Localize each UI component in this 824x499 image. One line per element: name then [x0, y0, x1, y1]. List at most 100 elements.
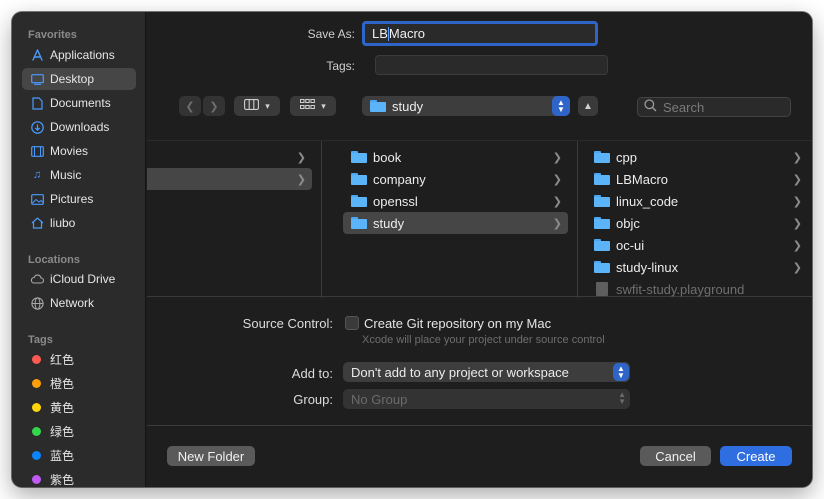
sidebar-item-liubo[interactable]: liubo	[22, 212, 136, 234]
tag-color-dot	[32, 402, 41, 412]
sidebar-tag-blue[interactable]: 蓝色	[22, 444, 136, 466]
source-control-label: Source Control:	[242, 316, 333, 331]
file-name: swfit-study.playground	[616, 281, 745, 297]
sidebar-item-label: Music	[50, 168, 82, 182]
folder-row-openssl[interactable]: openssl ❯	[343, 190, 568, 212]
sidebar-tag-purple[interactable]: 紫色	[22, 468, 136, 487]
forward-button[interactable]: ❯	[203, 96, 225, 116]
chevron-right-icon: ❯	[209, 100, 219, 113]
applications-icon	[30, 48, 44, 62]
folder-row-oc-ui[interactable]: oc-ui ❯	[588, 234, 808, 256]
folder-name: LBMacro	[616, 171, 669, 187]
folder-row-study-linux[interactable]: study-linux ❯	[588, 256, 808, 278]
chevron-left-icon: ❮	[185, 100, 195, 113]
grid-group-icon	[300, 99, 316, 113]
source-control-hint: Xcode will place your project under sour…	[362, 334, 605, 346]
search-field[interactable]: Search	[637, 97, 791, 117]
sidebar-section-tags: Tags	[28, 334, 53, 346]
back-button[interactable]: ❮	[179, 96, 201, 116]
folder-icon	[351, 217, 367, 229]
save-as-label: Save As:	[307, 27, 355, 41]
chevron-right-icon: ❯	[792, 261, 802, 274]
chevron-right-icon: ❯	[552, 151, 562, 164]
updown-arrows-icon: ▲ ▼	[613, 363, 629, 381]
dialog-main: Save As: LB Macro Tags: ❮ ❯ ▾ ▾ study ▲ …	[147, 12, 812, 487]
view-mode-button[interactable]: ▾	[234, 96, 280, 116]
sidebar-item-movies[interactable]: Movies	[22, 140, 136, 162]
new-folder-button[interactable]: New Folder	[167, 446, 255, 466]
sidebar-item-label: 紫色	[50, 472, 75, 487]
create-button[interactable]: Create	[720, 446, 792, 466]
folder-row-cpp[interactable]: cpp ❯	[588, 146, 808, 168]
chevron-right-icon: ❯	[792, 173, 802, 186]
sidebar-item-label: Applications	[50, 48, 115, 62]
chevron-right-icon: ❯	[296, 173, 306, 186]
sidebar-item-label: 红色	[50, 352, 75, 367]
sidebar-section-locations: Locations	[28, 254, 80, 266]
folder-icon	[351, 195, 367, 207]
group-label: Group:	[293, 392, 333, 407]
tags-label: Tags:	[326, 59, 355, 73]
updown-arrows-icon: ▲ ▼	[552, 96, 570, 116]
browser-column-2: book ❯ company ❯ openssl ❯ study ❯	[333, 141, 578, 298]
sidebar-item-icloud-drive[interactable]: iCloud Drive	[22, 268, 136, 290]
sidebar-item-downloads[interactable]: Downloads	[22, 116, 136, 138]
tag-color-dot	[32, 450, 41, 460]
git-repo-checkbox[interactable]	[345, 316, 359, 330]
sidebar-item-music[interactable]: ♫ Music	[22, 164, 136, 186]
sidebar-tag-red[interactable]: 红色	[22, 348, 136, 370]
save-dialog: Favorites Applications Desktop Documents…	[12, 12, 812, 487]
chevron-down-icon: ▾	[321, 100, 326, 111]
sidebar-item-network[interactable]: Network	[22, 292, 136, 314]
browser-column-1: ❯ ❯	[147, 141, 322, 298]
collapse-button[interactable]: ▲	[578, 96, 598, 116]
sidebar-item-pictures[interactable]: Pictures	[22, 188, 136, 210]
folder-icon	[594, 239, 610, 251]
sidebar-item-desktop[interactable]: Desktop	[22, 68, 136, 90]
sidebar-item-label: Movies	[50, 144, 89, 158]
sidebar-item-applications[interactable]: Applications	[22, 44, 136, 66]
desktop-icon	[30, 72, 44, 86]
sidebar-section-favorites: Favorites	[28, 29, 77, 41]
group-button[interactable]: ▾	[290, 96, 336, 116]
download-icon	[30, 120, 44, 134]
folder-row-book[interactable]: book ❯	[343, 146, 568, 168]
folder-icon	[594, 151, 610, 163]
sidebar-item-label: 橙色	[50, 376, 75, 391]
sidebar-tag-yellow[interactable]: 黄色	[22, 396, 136, 418]
sidebar-item-label: iCloud Drive	[50, 272, 116, 286]
sidebar-item-documents[interactable]: Documents	[22, 92, 136, 114]
folder-row-lbmacro[interactable]: LBMacro ❯	[588, 168, 808, 190]
folder-row-linux-code[interactable]: linux_code ❯	[588, 190, 808, 212]
group-value: No Group	[351, 391, 408, 407]
chevron-up-icon: ▲	[583, 100, 593, 112]
music-note-icon: ♫	[32, 169, 42, 181]
file-row-playground: swfit-study.playground	[588, 278, 808, 300]
folder-name: linux_code	[616, 193, 679, 209]
folder-row-objc[interactable]: objc ❯	[588, 212, 808, 234]
sidebar-item-label: 蓝色	[50, 448, 75, 463]
chevron-right-icon: ❯	[792, 239, 802, 252]
path-popup-label: study	[392, 98, 424, 114]
save-as-text-start: LB	[372, 26, 388, 41]
folder-row-company[interactable]: company ❯	[343, 168, 568, 190]
path-popup[interactable]: study ▲ ▼	[362, 96, 570, 116]
column-row[interactable]: ❯	[147, 146, 312, 168]
sidebar-tag-orange[interactable]: 橙色	[22, 372, 136, 394]
sidebar-item-label: 绿色	[50, 424, 75, 439]
cancel-button[interactable]: Cancel	[640, 446, 711, 466]
add-to-popup[interactable]: Don't add to any project or workspace ▲ ▼	[343, 362, 630, 382]
save-as-input[interactable]: LB Macro	[362, 21, 598, 46]
tag-color-dot	[32, 426, 41, 436]
chevron-right-icon: ❯	[792, 151, 802, 164]
search-placeholder: Search	[663, 99, 705, 115]
add-to-value: Don't add to any project or workspace	[351, 364, 569, 380]
tag-color-dot	[32, 354, 41, 364]
column-row-selected[interactable]: ❯	[147, 168, 312, 190]
tags-input[interactable]	[375, 55, 608, 75]
browser-column-3: cpp ❯ LBMacro ❯ linux_code ❯ objc ❯ oc-u…	[578, 141, 812, 298]
chevron-right-icon: ❯	[792, 217, 802, 230]
folder-row-study[interactable]: study ❯	[343, 212, 568, 234]
sidebar-tag-green[interactable]: 绿色	[22, 420, 136, 442]
film-icon	[30, 144, 44, 158]
